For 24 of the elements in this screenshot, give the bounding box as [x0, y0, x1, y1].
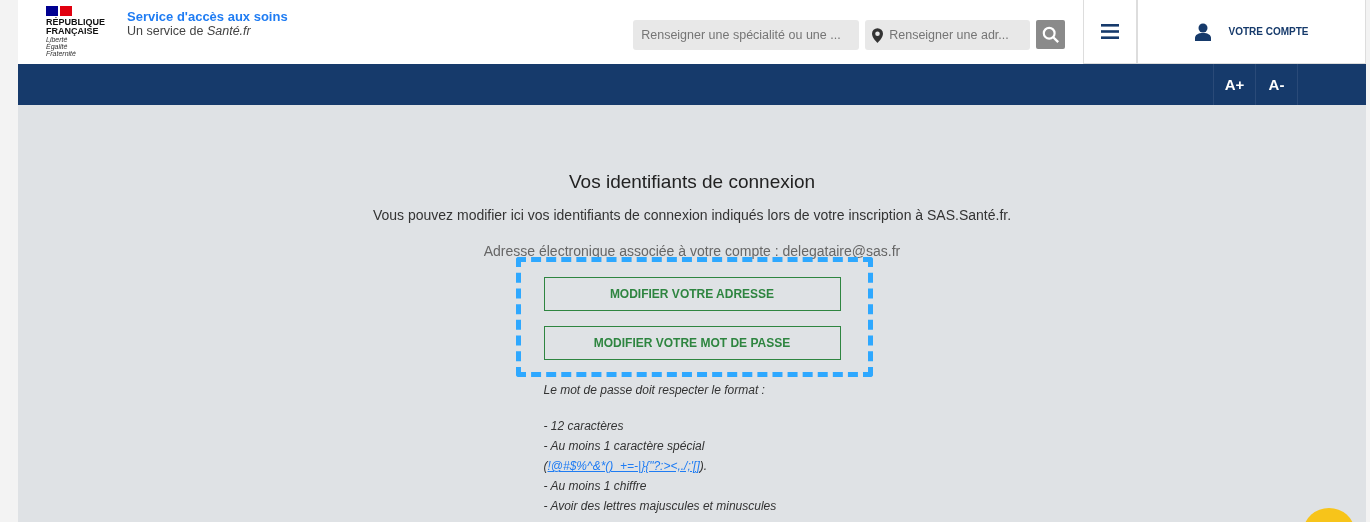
rule-text: - Avoir des lettres majuscules et minuscules [543, 498, 778, 515]
site-title[interactable]: Service d'accès aux soins [127, 9, 288, 24]
rule-text: - Au moins 1 caractère spécial (!@#$%^&*()_+=-|}{"?:><,./;'[]). [543, 438, 709, 475]
menu-button[interactable] [1083, 0, 1137, 64]
logo-text: RÉPUBLIQUE [46, 18, 105, 27]
rules-title: Le mot de passe doit respecter le format : [543, 382, 766, 399]
site-subtitle: Un service de Santé.fr [127, 24, 252, 38]
flag-icon [46, 6, 72, 16]
specialty-search-field[interactable]: Renseigner une spécialité ou une ... [633, 20, 860, 50]
rule-text: - 12 caractères [543, 418, 625, 435]
search-button[interactable] [1036, 20, 1066, 49]
user-icon [1194, 22, 1211, 41]
menu-icon [1101, 24, 1120, 39]
outline-button[interactable]: MODIFIER VOTRE MOT DE PASSE [543, 326, 841, 360]
outline-button[interactable]: MODIFIER VOTRE ADRESSE [543, 277, 841, 311]
rule-text: - Au moins 1 chiffre [543, 478, 648, 495]
page-title: Vos identifiants de connexion [568, 171, 816, 193]
search-icon [1041, 25, 1060, 44]
email-text: Adresse électronique associée à votre compte : delegataire@sas.fr [483, 243, 901, 259]
address-field[interactable]: Renseigner une adr... [865, 20, 1031, 50]
intro-text: Vous pouvez modifier ici vos identifiants de connexion indiqués lors de votre inscription à SAS.Santé.fr. [372, 207, 1012, 223]
special-characters-link[interactable]: !@#$%^&*()_+=-|}{"?:><,./;'[] [547, 459, 700, 473]
logo-text: FRANÇAISE [46, 27, 99, 36]
account-button[interactable]: VOTRE COMPTE [1137, 0, 1366, 64]
